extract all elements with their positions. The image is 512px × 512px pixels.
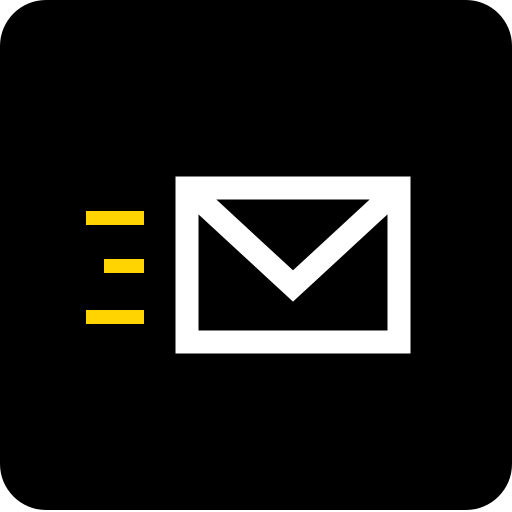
send-mail-app-icon[interactable]	[0, 0, 512, 510]
speed-line-bottom	[86, 310, 144, 324]
send-mail-icon	[0, 0, 512, 510]
speed-line-top	[86, 211, 144, 225]
speed-line-middle	[104, 259, 144, 273]
